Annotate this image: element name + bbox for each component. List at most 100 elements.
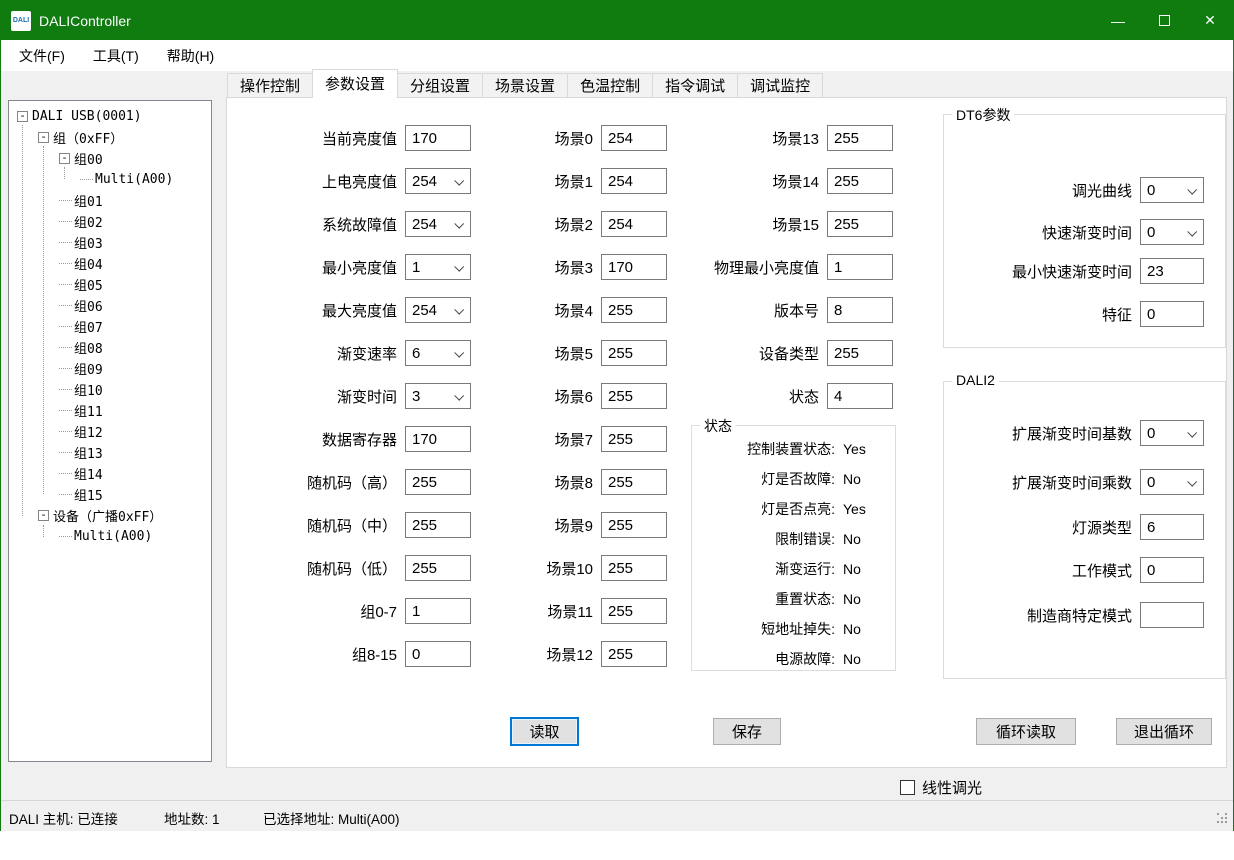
tree-item-group-00[interactable]: -组00 bbox=[9, 148, 211, 169]
scene-1-input[interactable] bbox=[601, 168, 667, 194]
power-on-level-combobox[interactable]: 254 bbox=[405, 168, 471, 194]
screen: DALI DALIController — ✕ 文件(F)工具(T)帮助(H) … bbox=[0, 0, 1234, 860]
tree-item-group-15[interactable]: 组15 bbox=[9, 484, 211, 505]
exit-loop-button[interactable]: 退出循环 bbox=[1116, 718, 1212, 745]
scene-12-input[interactable] bbox=[601, 641, 667, 667]
save-button[interactable]: 保存 bbox=[713, 718, 781, 745]
maximize-button[interactable] bbox=[1141, 1, 1187, 40]
tree-item-group-14[interactable]: 组14 bbox=[9, 463, 211, 484]
fade-rate-combobox[interactable]: 6 bbox=[405, 340, 471, 366]
read-button[interactable]: 读取 bbox=[510, 717, 579, 746]
tree-item-multi-a00[interactable]: Multi(A00) bbox=[9, 169, 211, 190]
dimming-curve-combobox[interactable]: 0 bbox=[1140, 177, 1204, 203]
ext-fade-time-base-combobox[interactable]: 0 bbox=[1140, 420, 1204, 446]
minimize-button[interactable]: — bbox=[1095, 1, 1141, 40]
tree-item-group-08[interactable]: 组08 bbox=[9, 337, 211, 358]
tree-item-group-03[interactable]: 组03 bbox=[9, 232, 211, 253]
tree-item-group-01[interactable]: 组01 bbox=[9, 190, 211, 211]
menu-item-help[interactable]: 帮助(H) bbox=[157, 40, 224, 71]
tab-debug-monitor[interactable]: 调试监控 bbox=[738, 73, 823, 98]
scene-15-input[interactable] bbox=[827, 211, 893, 237]
tab-command-debug[interactable]: 指令调试 bbox=[653, 73, 738, 98]
system-failure-level-value: 254 bbox=[412, 216, 437, 233]
scene-10-input[interactable] bbox=[601, 555, 667, 581]
fast-fade-time-combobox[interactable]: 0 bbox=[1140, 219, 1204, 245]
field-row-scene-13: 场景13 bbox=[693, 125, 893, 151]
scene-5-input[interactable] bbox=[601, 340, 667, 366]
features-input[interactable] bbox=[1140, 301, 1204, 327]
group-0-7-input[interactable] bbox=[405, 598, 471, 624]
random-code-high-input[interactable] bbox=[405, 469, 471, 495]
linear-dimming-checkbox[interactable] bbox=[900, 780, 915, 795]
system-failure-level-combobox[interactable]: 254 bbox=[405, 211, 471, 237]
scene-6-input[interactable] bbox=[601, 383, 667, 409]
menu-item-file[interactable]: 文件(F) bbox=[9, 40, 75, 71]
operating-mode-input[interactable] bbox=[1140, 557, 1204, 583]
tree-expander-minus-icon[interactable]: - bbox=[17, 111, 28, 122]
scene-11-input[interactable] bbox=[601, 598, 667, 624]
tree-item-multi-a00-2[interactable]: Multi(A00) bbox=[9, 526, 211, 547]
min-level-combobox[interactable]: 1 bbox=[405, 254, 471, 280]
random-code-low-input[interactable] bbox=[405, 555, 471, 581]
tab-grouping-settings[interactable]: 分组设置 bbox=[398, 73, 483, 98]
tree-item-group-09[interactable]: 组09 bbox=[9, 358, 211, 379]
tree-expander-minus-icon[interactable]: - bbox=[38, 132, 49, 143]
version-input[interactable] bbox=[827, 297, 893, 323]
loop-read-button[interactable]: 循环读取 bbox=[976, 718, 1076, 745]
scene-12-label: 场景12 bbox=[509, 644, 593, 665]
tree-item-dali-usb[interactable]: -DALI USB(0001) bbox=[9, 106, 211, 127]
status-input[interactable] bbox=[827, 383, 893, 409]
scene-0-input[interactable] bbox=[601, 125, 667, 151]
scene-3-input[interactable] bbox=[601, 254, 667, 280]
tree-item-group-02[interactable]: 组02 bbox=[9, 211, 211, 232]
ext-fade-time-multiplier-combobox[interactable]: 0 bbox=[1140, 469, 1204, 495]
scene-2-input[interactable] bbox=[601, 211, 667, 237]
scene-13-input[interactable] bbox=[827, 125, 893, 151]
field-row-version: 版本号 bbox=[693, 297, 893, 323]
field-row-min-fast-fade-time: 最小快速渐变时间 bbox=[952, 258, 1204, 284]
min-fast-fade-time-input[interactable] bbox=[1140, 258, 1204, 284]
tree-item-group-0xff[interactable]: -组（0xFF） bbox=[9, 127, 211, 148]
tree-item-group-11[interactable]: 组11 bbox=[9, 400, 211, 421]
scene-8-input[interactable] bbox=[601, 469, 667, 495]
tree-item-device-broadcast[interactable]: -设备（广播0xFF） bbox=[9, 505, 211, 526]
tab-operation-control[interactable]: 操作控制 bbox=[227, 73, 313, 98]
tree-item-label: DALI USB(0001) bbox=[32, 109, 142, 124]
menu-item-tools[interactable]: 工具(T) bbox=[83, 40, 149, 71]
tree-item-group-13[interactable]: 组13 bbox=[9, 442, 211, 463]
tree-item-label: 组12 bbox=[74, 422, 103, 441]
scene-4-input[interactable] bbox=[601, 297, 667, 323]
resize-grip[interactable] bbox=[1217, 813, 1229, 825]
tab-parameter-settings[interactable]: 参数设置 bbox=[312, 69, 398, 98]
linear-dimming-row: 线性调光 bbox=[900, 777, 982, 798]
field-row-scene-11: 场景11 bbox=[509, 598, 667, 624]
current-level-input[interactable] bbox=[405, 125, 471, 151]
tree-item-group-10[interactable]: 组10 bbox=[9, 379, 211, 400]
fade-time-combobox[interactable]: 3 bbox=[405, 383, 471, 409]
statusbar-host: DALI 主机: 已连接 bbox=[9, 808, 118, 828]
max-level-combobox[interactable]: 254 bbox=[405, 297, 471, 323]
scene-7-input[interactable] bbox=[601, 426, 667, 452]
physical-min-level-input[interactable] bbox=[827, 254, 893, 280]
tree-expander-minus-icon[interactable]: - bbox=[59, 153, 70, 164]
field-row-fast-fade-time: 快速渐变时间0 bbox=[952, 219, 1204, 245]
manufacturer-specific-mode-input[interactable] bbox=[1140, 602, 1204, 628]
data-register-input[interactable] bbox=[405, 426, 471, 452]
close-button[interactable]: ✕ bbox=[1187, 1, 1233, 40]
tree-expander-minus-icon[interactable]: - bbox=[38, 510, 49, 521]
tab-color-temp-control[interactable]: 色温控制 bbox=[568, 73, 653, 98]
tree-item-group-12[interactable]: 组12 bbox=[9, 421, 211, 442]
tree-item-group-07[interactable]: 组07 bbox=[9, 316, 211, 337]
tree-item-group-05[interactable]: 组05 bbox=[9, 274, 211, 295]
tree-item-group-06[interactable]: 组06 bbox=[9, 295, 211, 316]
tab-scene-settings[interactable]: 场景设置 bbox=[483, 73, 568, 98]
device-type-input[interactable] bbox=[827, 340, 893, 366]
tree-connector-line bbox=[59, 326, 72, 327]
light-source-type-input[interactable] bbox=[1140, 514, 1204, 540]
random-code-mid-input[interactable] bbox=[405, 512, 471, 538]
field-row-manufacturer-specific-mode: 制造商特定模式 bbox=[952, 602, 1204, 628]
scene-14-input[interactable] bbox=[827, 168, 893, 194]
tree-item-group-04[interactable]: 组04 bbox=[9, 253, 211, 274]
scene-9-input[interactable] bbox=[601, 512, 667, 538]
group-8-15-input[interactable] bbox=[405, 641, 471, 667]
